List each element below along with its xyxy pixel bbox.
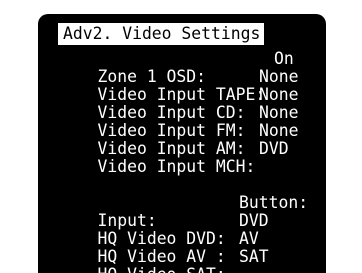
hq-header-row: Input: Button: — [58, 194, 308, 230]
menu-title: Adv2. Video Settings — [58, 23, 265, 45]
video-input-am-value: None — [259, 121, 299, 140]
osd-menu-screen: Adv2. Video Settings Zone 1 OSD: On Vide… — [38, 14, 326, 273]
hq-video-sat-row[interactable]: HQ Video SAT: SAT — [58, 248, 268, 273]
video-input-cd-row[interactable]: Video Input CD: None — [58, 86, 298, 122]
hq-video-sat-value: SAT — [239, 247, 269, 266]
video-input-mch-row[interactable]: Video Input MCH: DVD — [58, 140, 288, 176]
video-input-am-row[interactable]: Video Input AM: None — [58, 122, 298, 158]
video-input-mch-label: Video Input MCH: — [97, 157, 256, 176]
hq-video-dvd-row[interactable]: HQ Video DVD: DVD — [58, 212, 268, 248]
hq-video-av-row[interactable]: HQ Video AV : AV — [58, 230, 258, 266]
video-input-cd-value: None — [259, 85, 299, 104]
video-input-tape-row[interactable]: Video Input TAPE: None — [58, 68, 298, 104]
video-input-mch-value: DVD — [259, 139, 289, 158]
hq-video-dvd-value: DVD — [239, 211, 269, 230]
hq-video-sat-label: HQ Video SAT: — [97, 265, 225, 273]
video-input-tape-value: None — [259, 67, 299, 86]
zone1-osd-value: On — [274, 49, 294, 68]
video-input-fm-row[interactable]: Video Input FM: None — [58, 104, 298, 140]
video-input-fm-value: None — [259, 103, 299, 122]
hq-video-av-value: AV — [239, 229, 259, 248]
zone1-osd-row[interactable]: Zone 1 OSD: On — [58, 50, 293, 86]
hq-button-header: Button: — [239, 193, 309, 212]
